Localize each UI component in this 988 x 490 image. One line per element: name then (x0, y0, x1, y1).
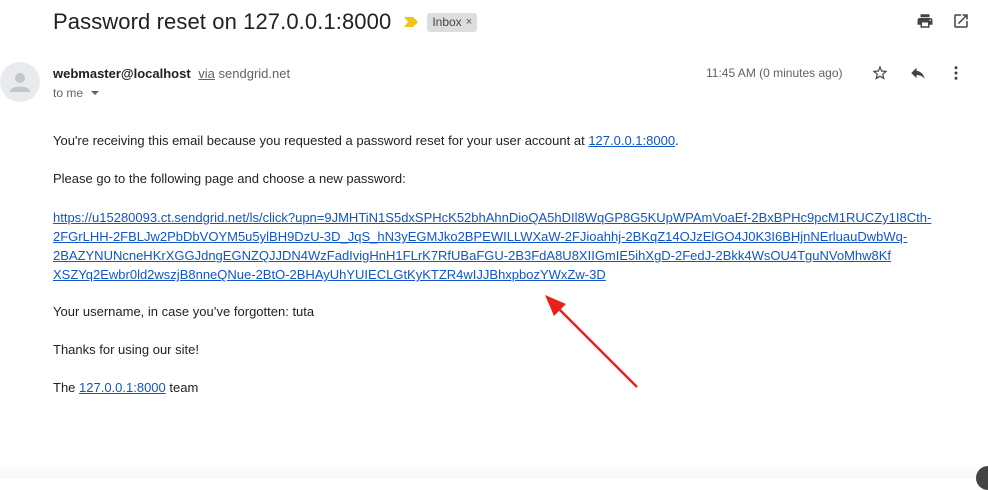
floating-button-corner[interactable] (976, 466, 988, 490)
body-line-reason: You're receiving this email because you … (53, 133, 679, 148)
open-in-new-window-icon[interactable] (952, 12, 970, 30)
recipients-line: to me (53, 86, 100, 100)
sender-line: webmaster@localhost via sendgrid.net (53, 66, 290, 81)
person-icon (10, 73, 30, 92)
signature-suffix: team (165, 380, 199, 395)
to-text: to me (53, 86, 84, 100)
importance-marker-icon[interactable] (403, 16, 419, 28)
header-actions (916, 12, 970, 30)
email-subject: Password reset on 127.0.0.1:8000 (53, 9, 392, 34)
print-icon[interactable] (916, 12, 934, 30)
signature-prefix: The (53, 380, 80, 395)
body-line-signature: The 127.0.0.1:8000 team (53, 380, 198, 395)
body-line-thanks: Thanks for using our site! (53, 342, 199, 357)
reset-link-line-3: 2BAZYNUNcneHKrXGGJdngEGNZQJJDN4WzFadIvig… (53, 248, 892, 263)
reply-icon[interactable] (909, 64, 927, 82)
via-text: via sendgrid.net (198, 66, 290, 81)
password-reset-link[interactable]: https://u15280093.ct.sendgrid.net/ls/cli… (53, 208, 943, 284)
arrow-shaft (557, 307, 638, 388)
message-time: 11:45 AM (0 minutes ago) (706, 66, 843, 80)
site-link[interactable]: 127.0.0.1:8000 (588, 133, 675, 148)
via-domain: sendgrid.net (218, 66, 291, 81)
arrow-head (545, 295, 566, 316)
body-line-username: Your username, in case you’ve forgotten:… (53, 304, 315, 319)
more-vert-icon[interactable] (947, 64, 965, 82)
body-line-instruction: Please go to the following page and choo… (53, 171, 406, 186)
star-icon[interactable] (871, 64, 889, 82)
inbox-label-text: Inbox (432, 14, 462, 29)
show-details-chevron-icon[interactable] (91, 91, 100, 95)
remove-label-button[interactable]: × (466, 14, 472, 31)
reset-link-line-1: https://u15280093.ct.sendgrid.net/ls/cli… (53, 210, 932, 225)
via-word[interactable]: via (198, 66, 215, 81)
reset-link-line-4: XSZYq2Ewbr0ld2wszjB8nneQNue-2BtO-2BHAyUh… (53, 267, 606, 282)
subject-bar: Password reset on 127.0.0.1:8000 Inbox × (53, 6, 478, 38)
reason-text: You're receiving this email because you … (53, 133, 589, 148)
team-site-link[interactable]: 127.0.0.1:8000 (79, 380, 166, 395)
reason-period: . (675, 133, 679, 148)
sender-name[interactable]: webmaster@localhost (53, 66, 191, 81)
reset-link-line-2: 2FGrLHH-2FBLJw2PbDbVOYM5u5ylBH9DzU-3D_Jq… (53, 229, 908, 244)
bottom-edge (0, 464, 988, 478)
sender-avatar[interactable] (0, 62, 40, 102)
message-actions (871, 64, 965, 82)
inbox-label-chip: Inbox × (427, 12, 478, 32)
